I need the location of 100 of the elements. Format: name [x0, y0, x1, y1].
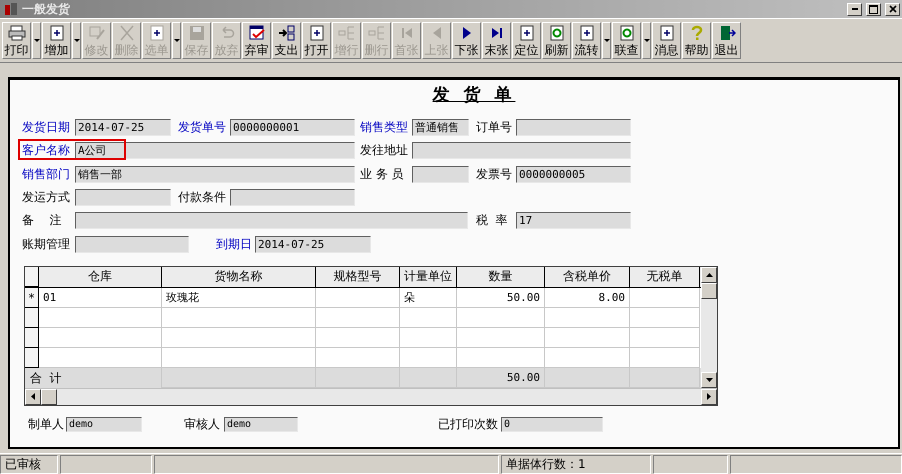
maximize-button[interactable] [866, 2, 881, 16]
column-header[interactable]: 计量单位 [400, 266, 457, 287]
toolbar-button[interactable]: 刷新 [542, 22, 571, 59]
column-header[interactable]: 含税单价 [545, 266, 630, 287]
text-field[interactable]: 2014-07-25 [255, 236, 371, 253]
scroll-thumb[interactable] [41, 388, 57, 405]
field-label: 发往地址 [360, 142, 409, 160]
dropdown-button[interactable] [602, 22, 611, 59]
toolbar-button[interactable]: 支出 [272, 22, 301, 59]
toolbar-button[interactable]: 退出 [712, 22, 741, 59]
field-label: 发票号 [476, 166, 513, 183]
toolbar-button[interactable]: 增加 [42, 22, 71, 59]
vertical-scrollbar[interactable] [701, 266, 717, 388]
text-field[interactable]: 销售一部 [75, 166, 355, 183]
text-field[interactable] [412, 142, 631, 160]
left-arrow-icon[interactable] [31, 393, 35, 400]
table-cell [400, 308, 457, 328]
arrow-icon [278, 25, 296, 41]
field-label: 备 注 [22, 212, 62, 230]
refresh-icon [618, 25, 636, 41]
table-cell [630, 328, 700, 348]
doc-icon [658, 25, 676, 41]
printer-icon [8, 25, 26, 41]
dropdown-button[interactable] [642, 22, 651, 59]
field-label: 发货日期 [22, 119, 71, 136]
text-field[interactable]: 普通销售 [412, 119, 469, 136]
down-arrow-icon[interactable] [706, 378, 712, 382]
text-field[interactable] [412, 166, 469, 183]
doc-icon [148, 25, 166, 41]
field-label: 账期管理 [22, 236, 71, 253]
text-field[interactable] [75, 212, 468, 230]
column-header[interactable]: 规格型号 [316, 266, 400, 287]
doc-icon [48, 25, 66, 41]
toolbar-button[interactable]: 末张 [482, 22, 511, 59]
text-field[interactable]: A公司 [75, 142, 355, 160]
toolbar-button[interactable]: 消息 [652, 22, 681, 59]
field-label: 税 率 [476, 212, 509, 230]
text-field[interactable]: 0000000001 [230, 119, 355, 136]
column-header[interactable]: 仓库 [39, 266, 162, 287]
rows-icon [368, 25, 386, 41]
text-field[interactable] [230, 189, 355, 206]
field-label: 付款条件 [178, 189, 227, 206]
right-arrow-icon[interactable] [707, 393, 711, 400]
maximize-icon [869, 4, 878, 14]
doc-icon [518, 25, 536, 41]
field-label: 订单号 [476, 119, 513, 136]
doc-icon [578, 25, 596, 41]
toolbar-button[interactable]: 打印 [2, 22, 31, 59]
dropdown-button[interactable] [32, 22, 41, 59]
up-arrow-icon[interactable] [706, 272, 712, 277]
app-icon [4, 2, 18, 16]
caret-icon [74, 39, 80, 42]
toolbar-button[interactable]: 下张 [452, 22, 481, 59]
field-label: 制单人 [28, 416, 65, 433]
caret-icon [34, 39, 40, 42]
toolbar-button[interactable]: 弃审 [242, 22, 271, 59]
field-label: 到期日 [216, 236, 253, 253]
text-field[interactable] [75, 189, 171, 206]
table-cell [630, 308, 700, 328]
field-label: 审核人 [184, 416, 221, 433]
text-field[interactable]: 0000000005 [516, 166, 631, 183]
text-field[interactable]: demo [224, 416, 298, 432]
text-field[interactable] [75, 236, 189, 253]
grid-corner[interactable] [25, 266, 39, 287]
scroll-thumb[interactable] [701, 282, 717, 299]
close-button[interactable] [885, 2, 900, 16]
field-label: 销售部门 [22, 166, 71, 183]
table-cell: 50.00 [457, 288, 545, 308]
column-header[interactable]: 无税单 [630, 266, 700, 287]
row-header[interactable]: * [25, 288, 39, 308]
toolbar-button[interactable]: 打开 [302, 22, 331, 59]
row-header[interactable] [25, 328, 39, 348]
column-header[interactable]: 数量 [457, 266, 545, 287]
doc-icon [308, 25, 326, 41]
toolbar-button[interactable]: 流转 [572, 22, 601, 59]
toolbar-button[interactable]: 帮助 [682, 22, 711, 59]
field-label: 销售类型 [360, 119, 409, 136]
row-header[interactable] [25, 348, 39, 368]
table-cell [630, 288, 700, 308]
status-bar-cell: 单据体行数：1 [501, 455, 651, 474]
text-field[interactable]: 0 [501, 416, 603, 432]
rows-icon [338, 25, 356, 41]
horizontal-scrollbar[interactable] [25, 388, 717, 405]
toolbar-button[interactable]: 定位 [512, 22, 541, 59]
refresh-icon [548, 25, 566, 41]
dropdown-button[interactable] [72, 22, 81, 59]
column-header[interactable]: 货物名称 [162, 266, 316, 287]
close-icon [888, 5, 896, 13]
field-label: 发运方式 [22, 189, 71, 206]
toolbar-button[interactable]: 联查 [612, 22, 641, 59]
table-cell: 8.00 [545, 288, 630, 308]
caret-icon [174, 39, 180, 42]
text-field[interactable] [516, 119, 631, 136]
check-icon [248, 25, 266, 41]
text-field[interactable]: 2014-07-25 [75, 119, 171, 136]
text-field[interactable]: demo [66, 416, 142, 432]
minimize-button[interactable] [847, 2, 862, 16]
row-header[interactable] [25, 308, 39, 328]
caret-icon [644, 39, 650, 42]
text-field[interactable]: 17 [516, 212, 631, 230]
